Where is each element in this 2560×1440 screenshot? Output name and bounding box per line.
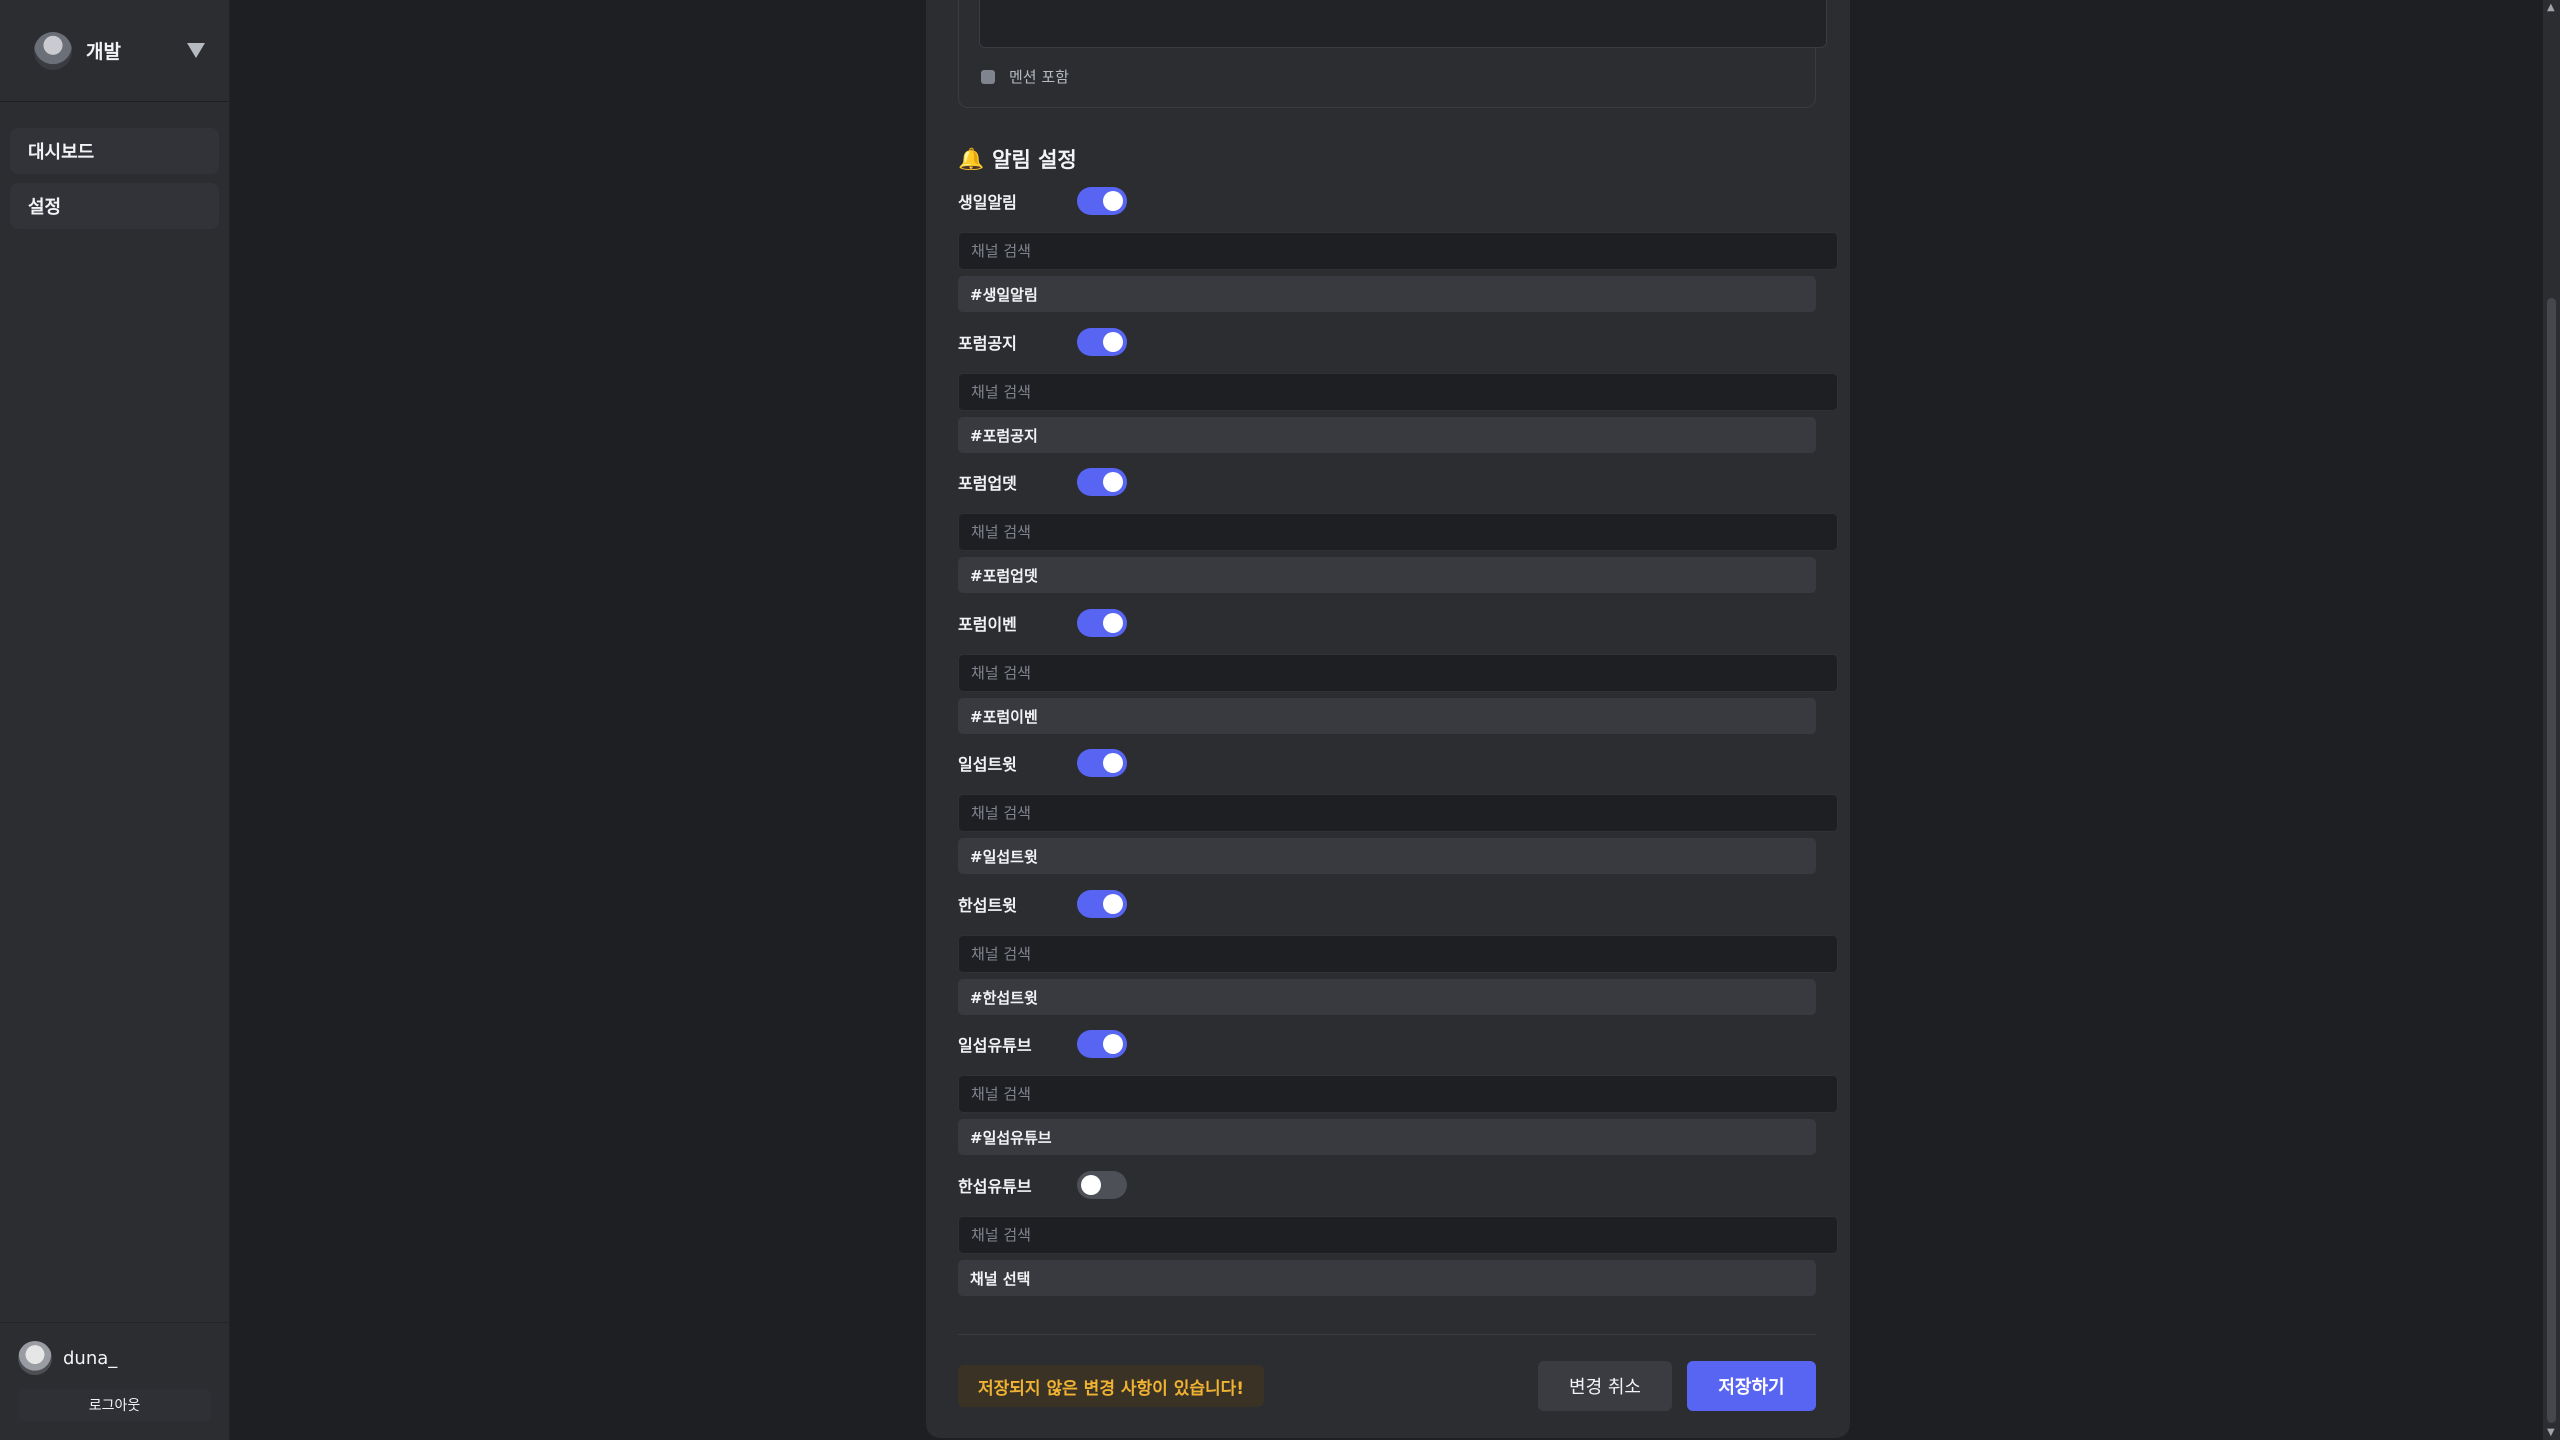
alert-toggle[interactable] [1077,1171,1127,1199]
save-button[interactable]: 저장하기 [1687,1361,1816,1411]
mention-option[interactable]: 멘션 포함 [981,66,1069,87]
channel-select[interactable]: #생일알림 [958,276,1816,312]
sidebar-item-dashboard[interactable]: 대시보드 [10,128,219,174]
username: duna_ [63,1347,118,1369]
section-title-text: 알림 설정 [992,148,1077,172]
channel-search-input[interactable] [958,373,1838,411]
alert-label: 포럼업뎃 [958,474,1017,493]
scroll-thumb[interactable] [2547,298,2556,1423]
settings-panel: 멘션 포함 🔔 알림 설정 저장되지 않은 변경 사항이 있습니다! 변경 취소… [926,0,1850,1438]
scroll-down-icon[interactable]: ▼ [2547,1427,2555,1438]
channel-select[interactable]: 채널 선택 [958,1260,1816,1296]
sidebar: 개발 대시보드 설정 duna_ 로그아웃 [0,0,230,1440]
alert-label: 일섭트윗 [958,755,1017,774]
alert-toggle[interactable] [1077,187,1127,215]
server-avatar [34,31,72,70]
mention-label: 멘션 포함 [1009,68,1069,86]
bell-icon: 🔔 [958,146,985,171]
alert-item: 생일알림 #생일알림 [958,186,1838,312]
logout-button[interactable]: 로그아웃 [18,1389,211,1421]
alert-item: 포럼업뎃 #포럼업뎃 [958,467,1838,593]
alert-toggle[interactable] [1077,890,1127,918]
server-selector[interactable]: 개발 [0,0,229,102]
toggle-knob [1103,753,1123,773]
channel-search-input[interactable] [958,1216,1838,1254]
alert-toggle[interactable] [1077,1030,1127,1058]
toggle-knob [1103,332,1123,352]
alert-toggle[interactable] [1077,609,1127,637]
toggle-knob [1103,472,1123,492]
channel-select[interactable]: #포럼이벤 [958,698,1816,734]
page-scrollbar[interactable]: ▲ ▼ [2543,0,2560,1440]
alert-item: 일섭유튜브 #일섭유튜브 [958,1029,1838,1155]
server-name: 개발 [86,41,121,63]
channel-search-input[interactable] [958,654,1838,692]
dropdown-arrow-icon[interactable] [187,43,205,58]
divider [958,1334,1816,1335]
channel-select[interactable]: #포럼업뎃 [958,557,1816,593]
alert-label: 포럼공지 [958,334,1017,353]
toggle-knob [1103,894,1123,914]
alert-label: 한섭유튜브 [958,1177,1032,1196]
alert-label: 생일알림 [958,193,1017,212]
unsaved-notice: 저장되지 않은 변경 사항이 있습니다! [958,1365,1265,1407]
alert-toggle[interactable] [1077,468,1127,496]
cancel-changes-button[interactable]: 변경 취소 [1538,1361,1672,1411]
toggle-knob [1103,1034,1123,1054]
channel-search-input[interactable] [958,794,1838,832]
toggle-knob [1103,613,1123,633]
channel-select[interactable]: #포럼공지 [958,417,1816,453]
scroll-up-icon[interactable]: ▲ [2547,2,2555,13]
user-panel: duna_ 로그아웃 [0,1322,229,1440]
alert-label: 일섭유튜브 [958,1036,1032,1055]
alert-item: 한섭유튜브채널 선택 [958,1170,1838,1296]
channel-search-input[interactable] [958,1075,1838,1113]
alert-item: 일섭트윗 #일섭트윗 [958,748,1838,874]
channel-select[interactable]: #일섭유튜브 [958,1119,1816,1155]
alert-toggle[interactable] [1077,328,1127,356]
channel-search-input[interactable] [958,513,1838,551]
alert-item: 포럼공지 #포럼공지 [958,327,1838,453]
channel-select[interactable]: #일섭트윗 [958,838,1816,874]
alert-item: 한섭트윗 #한섭트윗 [958,889,1838,1015]
alert-toggle[interactable] [1077,749,1127,777]
sidebar-item-settings[interactable]: 설정 [10,183,219,229]
message-textarea[interactable] [979,0,1827,48]
toggle-knob [1103,191,1123,211]
channel-search-input[interactable] [958,232,1838,270]
sidebar-nav: 대시보드 설정 [0,102,229,229]
alert-label: 포럼이벤 [958,615,1017,634]
previous-settings-card: 멘션 포함 [958,0,1827,108]
channel-select[interactable]: #한섭트윗 [958,979,1816,1015]
alert-label: 한섭트윗 [958,896,1017,915]
alert-settings-title: 🔔 알림 설정 [958,144,1077,174]
alert-item: 포럼이벤 #포럼이벤 [958,608,1838,734]
channel-search-input[interactable] [958,935,1838,973]
mention-checkbox[interactable] [981,69,995,84]
toggle-knob [1081,1175,1101,1195]
avatar [18,1341,52,1375]
